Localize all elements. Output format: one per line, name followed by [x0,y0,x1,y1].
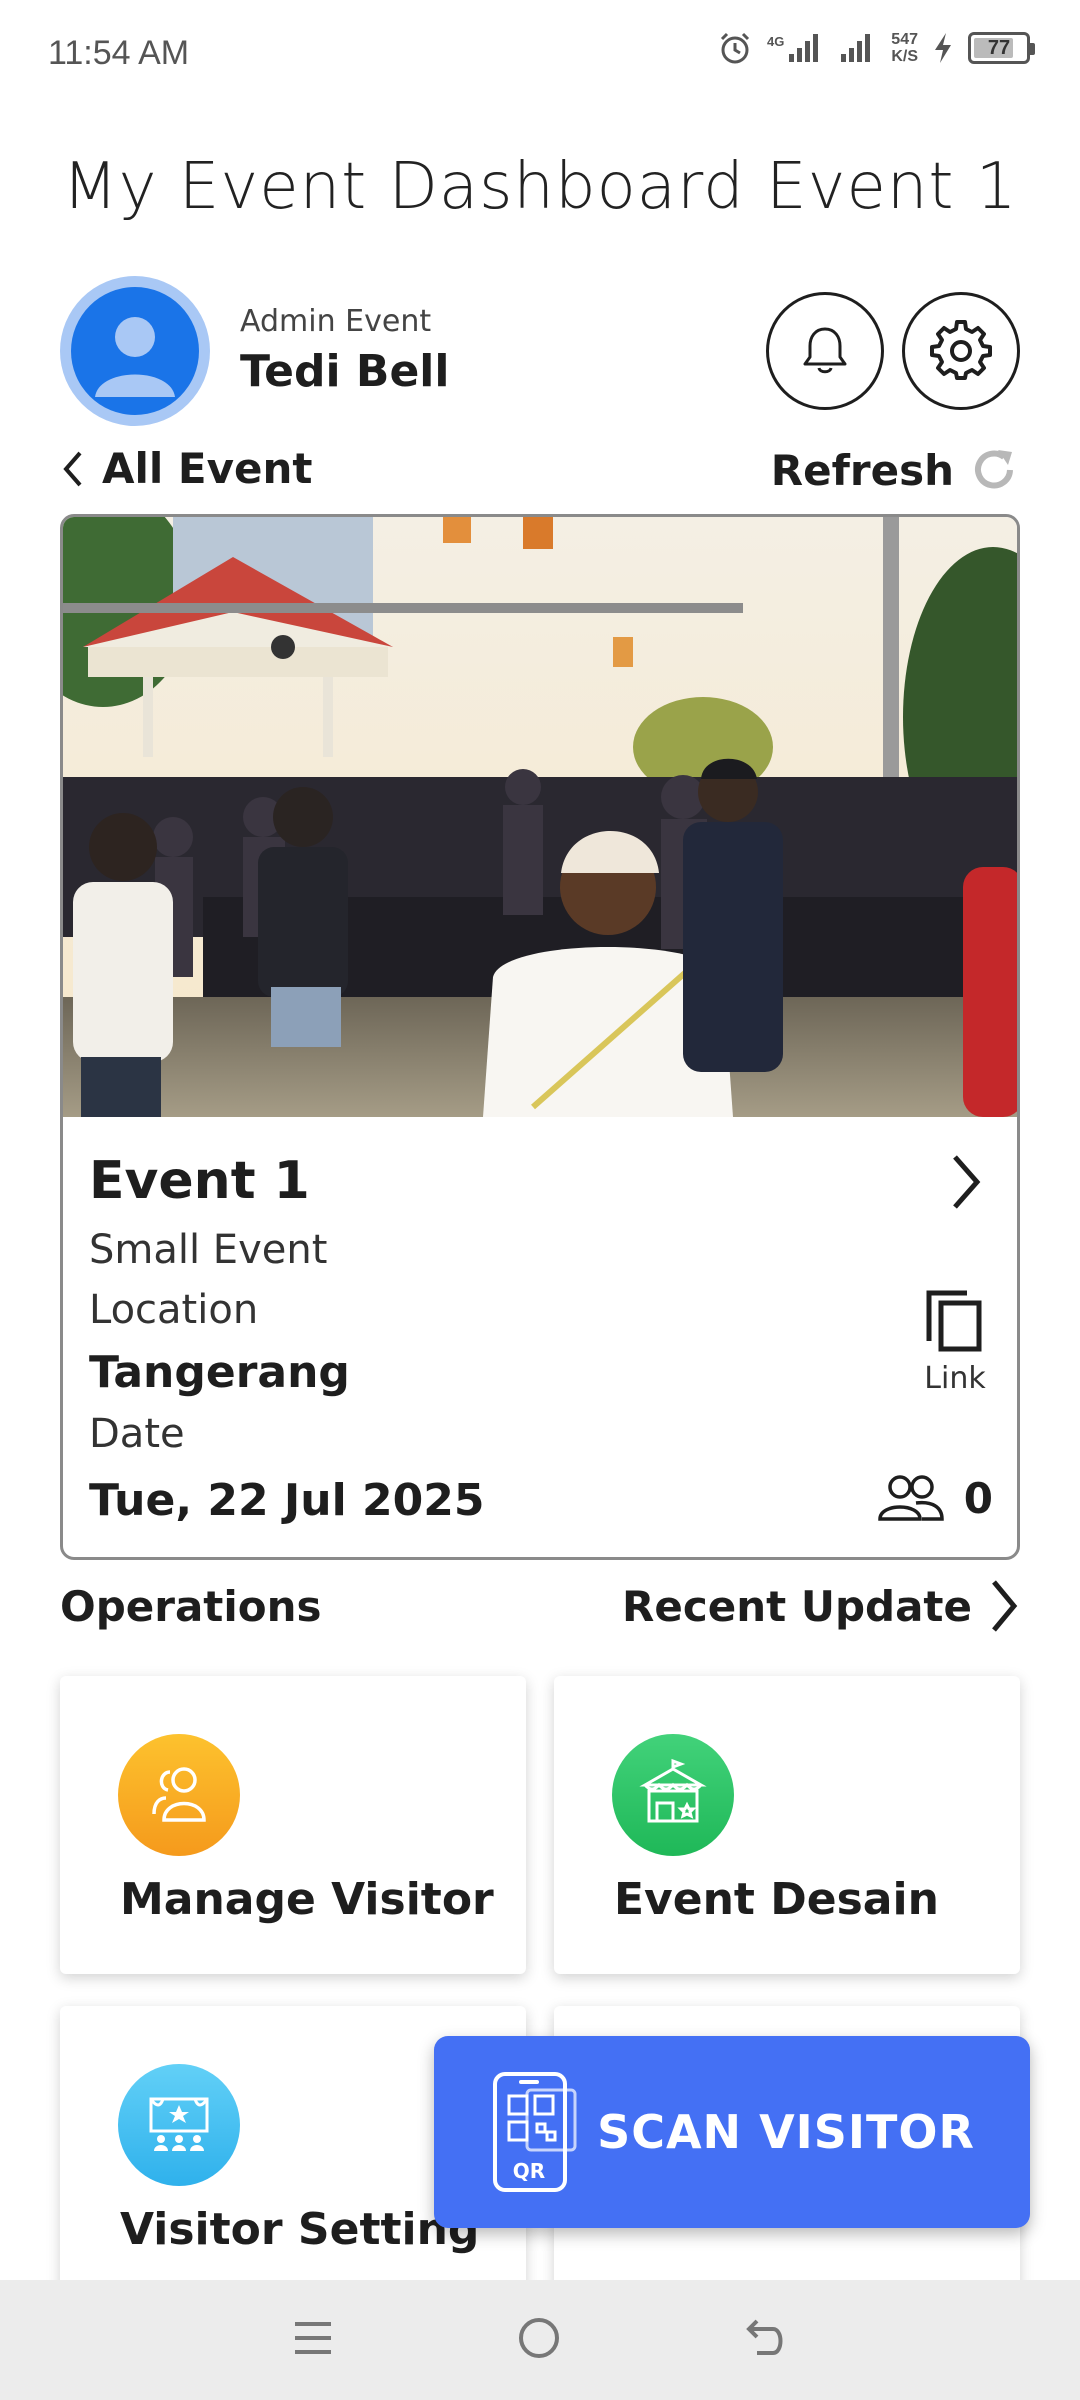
user-name: Tedi Bell [240,346,450,397]
status-bar: 11:54 AM 4G 547 K/S 77 [0,0,1080,110]
manage-visitor-card[interactable]: Manage Visitor [60,1676,526,1974]
visitor-count-value: 0 [963,1473,993,1523]
charging-icon [935,33,951,63]
refresh-label: Refresh [770,445,954,495]
user-avatar-icon [95,317,175,397]
alarm-icon [721,32,750,64]
manage-visitor-label: Manage Visitor [120,1874,494,1925]
users-icon [878,1475,944,1521]
status-time: 11:54 AM [48,34,190,72]
menu-icon [294,2322,331,2354]
operations-header: Operations Recent Update [60,1580,1020,1642]
back-icon [746,2319,783,2355]
location-label: Location [89,1287,259,1333]
event-card[interactable]: Event 1 Small Event Location Tangerang D… [60,514,1020,1560]
copy-link-label: Link [924,1361,986,1396]
event-desain-card[interactable]: Event Desain [554,1676,1020,1974]
page-title: My Event Dashboard Event 1 [62,150,1018,224]
all-event-link[interactable]: All Event [60,444,312,493]
refresh-button[interactable]: Refresh [771,444,1020,496]
all-event-label: All Event [102,444,313,493]
chevron-left-icon [63,451,82,486]
op-icon-bg [118,2064,240,2186]
refresh-icon [975,450,1013,489]
event-name: Event 1 [89,1151,310,1211]
home-button[interactable] [516,2315,562,2365]
event-location: Tangerang [89,1347,350,1398]
visitor-count: 0 [876,1473,993,1523]
scan-visitor-button[interactable]: QR SCAN VISITOR [434,2036,1030,2228]
event-date: Tue, 22 Jul 2025 [89,1475,485,1526]
avatar[interactable] [60,276,210,426]
network-speed: 547 K/S [891,31,918,65]
users-icon [152,1767,206,1822]
user-role: Admin Event [240,304,432,339]
scan-visitor-label: SCAN VISITOR [597,2105,975,2159]
bell-icon [803,327,847,374]
event-type: Small Event [89,1227,328,1273]
signal-icon [841,34,871,62]
copy-icon [926,1290,982,1352]
home-circle-icon [518,2318,559,2358]
chevron-right-icon [953,1155,981,1209]
op-icon-bg [612,1734,734,1856]
copy-link-button[interactable]: Link [915,1287,995,1396]
op-icon-bg [118,1734,240,1856]
signal-4g-icon: 4G [767,34,819,62]
operations-title: Operations [60,1582,322,1631]
date-label: Date [89,1411,185,1457]
stage-icon [149,2097,209,2151]
settings-button[interactable] [902,292,1020,410]
booth-icon [639,1758,707,1823]
recent-update-label: Recent Update [622,1581,972,1631]
status-icons: 4G 547 K/S 77 [717,30,1035,66]
svg-text:4G: 4G [767,34,784,49]
svg-text:QR: QR [513,2159,545,2183]
menu-button[interactable] [291,2318,335,2362]
event-desain-label: Event Desain [614,1874,939,1925]
gear-icon [930,320,992,380]
chevron-right-icon [992,1580,1018,1632]
battery-icon: 77 [968,32,1035,64]
qr-phone-icon: QR [493,2072,577,2192]
nav-row: All Event Refresh [60,444,1020,504]
recent-update-link[interactable]: Recent Update [622,1578,1020,1634]
open-event-button[interactable] [949,1153,983,1215]
visitor-setting-label: Visitor Setting [120,2204,480,2255]
notifications-button[interactable] [766,292,884,410]
event-photo [63,517,1017,1117]
back-button[interactable] [743,2317,789,2363]
system-nav-bar [0,2280,1080,2400]
